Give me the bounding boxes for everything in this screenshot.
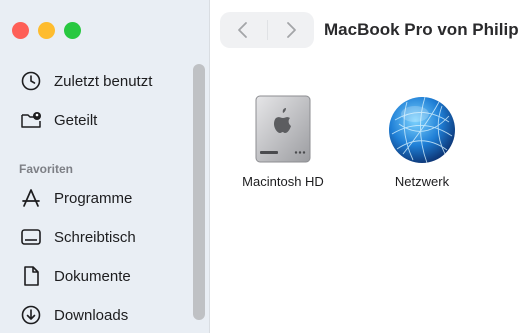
sidebar-item-downloads[interactable]: Downloads [20,303,128,327]
favorites-section-header: Favoriten [19,162,74,176]
document-icon [20,265,42,287]
file-item-label: Macintosh HD [242,174,324,189]
sidebar-item-applications[interactable]: Programme [20,186,132,210]
forward-button[interactable] [267,12,314,48]
chevron-left-icon [238,22,248,38]
applications-icon [20,187,42,209]
desktop-icon [20,226,42,248]
sidebar-item-shared[interactable]: Geteilt [20,108,97,132]
sidebar-scrollbar[interactable] [193,64,205,320]
hard-drive-icon [255,95,311,163]
window-title: MacBook Pro von Philip [324,20,519,39]
sidebar-item-label: Geteilt [54,111,98,129]
minimize-button[interactable] [38,22,55,39]
sidebar-item-label: Schreibtisch [54,228,136,246]
file-item-network[interactable]: Netzwerk [362,94,482,189]
sidebar-item-desktop[interactable]: Schreibtisch [20,225,136,249]
close-button[interactable] [12,22,29,39]
clock-icon [20,70,42,92]
back-button[interactable] [220,12,267,48]
file-item-label: Netzwerk [394,174,450,189]
sidebar: Zuletzt benutzt Geteilt Favoriten Progra… [0,0,210,333]
file-item-macintosh-hd[interactable]: Macintosh HD [223,94,343,189]
sidebar-item-label: Dokumente [54,267,131,285]
network-globe-icon [389,96,455,164]
sidebar-item-documents[interactable]: Dokumente [20,264,131,288]
download-icon [20,304,42,326]
sidebar-item-label: Programme [54,189,133,207]
window-controls [12,22,81,39]
navigation-buttons [220,12,314,48]
shared-folder-icon [20,109,42,131]
sidebar-item-label: Downloads [54,306,129,324]
sidebar-item-label: Zuletzt benutzt [54,72,153,90]
chevron-right-icon [286,22,296,38]
main-content: MacBook Pro von Philip Macintosh HD Netz… [210,0,532,333]
sidebar-item-recents[interactable]: Zuletzt benutzt [20,69,152,93]
zoom-button[interactable] [64,22,81,39]
